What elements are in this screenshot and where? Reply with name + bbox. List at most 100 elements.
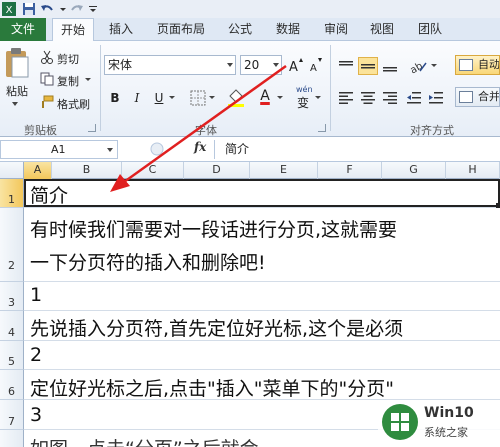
cancel-icon[interactable] — [150, 142, 164, 156]
column-header-e[interactable]: E — [250, 162, 318, 179]
insert-function-button[interactable]: fx — [194, 140, 206, 154]
svg-text:X: X — [6, 5, 13, 16]
copy-icon[interactable] — [40, 72, 54, 86]
cut-label[interactable]: 剪切 — [57, 51, 79, 67]
paste-label[interactable]: 粘贴 — [6, 83, 28, 99]
cell-a8-partial[interactable]: 如图，点击“分页”之后就会 — [30, 434, 259, 447]
borders-icon[interactable] — [190, 90, 206, 106]
row-header-5[interactable]: 5 — [0, 341, 24, 370]
svg-text:A: A — [310, 63, 317, 73]
font-color-button[interactable]: A — [256, 87, 274, 105]
align-left-button[interactable] — [336, 89, 356, 107]
orientation-icon[interactable]: ab — [408, 57, 428, 75]
decrease-indent-button[interactable] — [404, 89, 424, 107]
svg-text:A: A — [289, 60, 298, 73]
clipboard-launcher-icon[interactable] — [88, 124, 96, 132]
row-header-8[interactable] — [0, 430, 24, 447]
phonetic-char[interactable]: 变 — [297, 94, 309, 111]
underline-dropdown-icon[interactable] — [168, 95, 176, 100]
row-header-6[interactable]: 6 — [0, 370, 24, 400]
wrap-text-label: 自动换行 — [478, 58, 500, 71]
wrap-text-icon — [459, 59, 473, 71]
phonetic-dropdown-icon[interactable] — [314, 95, 322, 100]
cell-a2-line2[interactable]: 一下分页符的插入和删除吧! — [30, 248, 266, 275]
undo-dropdown-icon[interactable] — [56, 2, 70, 16]
formula-input[interactable]: 简介 — [214, 140, 500, 159]
column-header-b[interactable]: B — [52, 162, 122, 179]
tab-formulas[interactable]: 公式 — [220, 18, 260, 41]
align-right-button[interactable] — [380, 89, 400, 107]
font-color-dropdown-icon[interactable] — [276, 95, 284, 100]
cell-a4[interactable]: 先说插入分页符,首先定位好光标,这个是必须 — [30, 314, 403, 341]
select-all-corner[interactable] — [0, 162, 24, 179]
cell-a6[interactable]: 定位好光标之后,点击"插入"菜单下的"分页" — [30, 374, 394, 401]
font-group-label: 字体 — [195, 124, 217, 137]
align-right-icon — [383, 92, 397, 104]
save-icon[interactable] — [22, 2, 36, 16]
column-header-g[interactable]: G — [382, 162, 446, 179]
fill-color-icon[interactable] — [226, 88, 246, 108]
tab-team[interactable]: 团队 — [410, 18, 450, 41]
fill-handle[interactable] — [496, 203, 500, 208]
wrap-text-button[interactable]: 自动换行 — [455, 55, 500, 75]
cell-a2-line1[interactable]: 有时候我们需要对一段话进行分页,这就需要 — [30, 215, 397, 242]
cut-icon[interactable] — [40, 50, 54, 64]
font-size-combo[interactable]: 20 — [240, 55, 282, 75]
customize-toolbar-icon[interactable] — [86, 2, 100, 16]
format-painter-label[interactable]: 格式刷 — [57, 96, 90, 112]
cell-a5[interactable]: 2 — [30, 344, 42, 366]
merge-center-button[interactable]: 合并后居中 — [455, 87, 500, 107]
quick-access-toolbar: X — [0, 0, 500, 18]
column-header-f[interactable]: F — [318, 162, 382, 179]
watermark: Win10 系统之家 — [378, 400, 500, 444]
align-center-icon — [361, 92, 375, 104]
tab-page-layout[interactable]: 页面布局 — [150, 18, 212, 41]
borders-dropdown-icon[interactable] — [208, 95, 216, 100]
italic-button[interactable]: I — [128, 89, 146, 107]
align-center-button[interactable] — [358, 89, 378, 107]
undo-icon[interactable] — [40, 2, 54, 16]
phonetic-label[interactable]: wén — [296, 85, 313, 94]
tab-review[interactable]: 审阅 — [316, 18, 356, 41]
row-header-4[interactable]: 4 — [0, 311, 24, 341]
copy-label[interactable]: 复制 — [57, 73, 79, 89]
font-name-combo[interactable]: 宋体 — [104, 55, 236, 75]
orientation-dropdown-icon[interactable] — [430, 63, 438, 68]
font-launcher-icon[interactable] — [318, 124, 326, 132]
column-header-h[interactable]: H — [446, 162, 500, 179]
tab-file[interactable]: 文件 — [0, 18, 46, 41]
column-header-c[interactable]: C — [122, 162, 184, 179]
tab-home[interactable]: 开始 — [52, 18, 94, 42]
paste-icon[interactable] — [4, 47, 30, 79]
format-painter-icon[interactable] — [40, 95, 54, 109]
bold-button[interactable]: B — [106, 89, 124, 107]
decrease-font-size-icon[interactable]: A — [308, 57, 324, 73]
align-middle-icon — [361, 64, 375, 69]
align-top-button[interactable] — [336, 57, 356, 75]
increase-font-size-icon[interactable]: A — [288, 57, 304, 73]
row-header-3[interactable]: 3 — [0, 282, 24, 311]
tab-insert[interactable]: 插入 — [100, 18, 142, 41]
ribbon-home: 粘贴 剪切 复制 格式刷 剪贴板 宋体 20 A A B I U A wén 变… — [0, 41, 500, 137]
copy-dropdown-icon[interactable] — [84, 77, 92, 82]
align-bottom-icon — [383, 67, 397, 72]
tab-data[interactable]: 数据 — [268, 18, 308, 41]
row-header-1[interactable]: 1 — [0, 179, 24, 208]
column-header-a[interactable]: A — [24, 162, 52, 179]
column-header-d[interactable]: D — [184, 162, 250, 179]
align-middle-button[interactable] — [358, 57, 378, 75]
row-header-7[interactable]: 7 — [0, 400, 24, 430]
chevron-down-icon — [227, 63, 233, 67]
merge-center-icon — [459, 91, 473, 103]
name-box-value: A1 — [51, 143, 66, 156]
redo-icon[interactable] — [70, 2, 84, 16]
increase-indent-button[interactable] — [426, 89, 446, 107]
underline-button[interactable]: U — [150, 89, 168, 107]
cell-a3[interactable]: 1 — [30, 284, 42, 306]
align-bottom-button[interactable] — [380, 57, 400, 75]
cell-a7[interactable]: 3 — [30, 404, 42, 426]
tab-view[interactable]: 视图 — [362, 18, 402, 41]
name-box[interactable]: A1 — [0, 140, 118, 159]
paste-dropdown-icon[interactable] — [10, 101, 20, 107]
row-header-2[interactable]: 2 — [0, 208, 24, 282]
